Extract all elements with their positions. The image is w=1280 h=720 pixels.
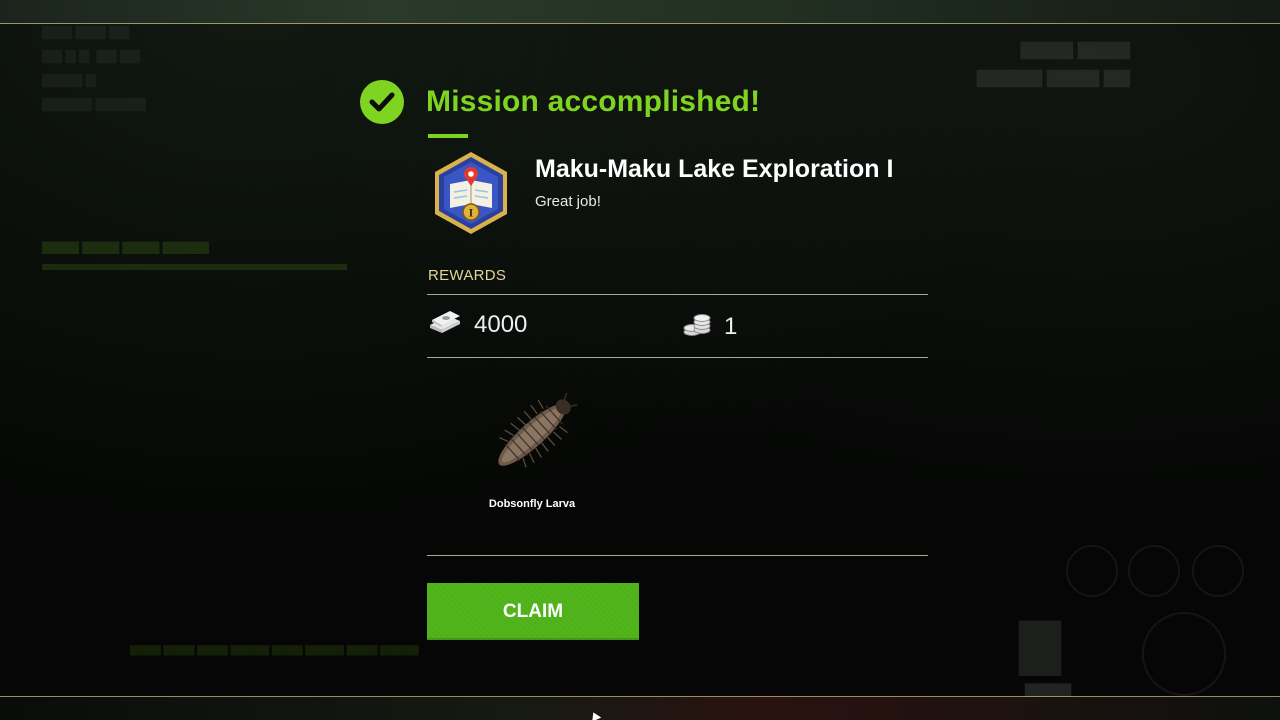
background-mission-progress — [42, 264, 347, 270]
title-underline — [428, 134, 468, 138]
rewards-heading: REWARDS — [428, 267, 507, 284]
map-pin-badge-icon: I — [432, 150, 510, 236]
reward-money: 4000 — [428, 310, 527, 339]
background-gauge-1 — [1066, 545, 1118, 597]
top-frame-line — [0, 23, 1280, 24]
background-reel-gauge — [1142, 612, 1226, 696]
background-counter: ▇ — [1020, 616, 1060, 674]
background-gauge-3 — [1192, 545, 1244, 597]
reward-coins: 1 — [682, 310, 737, 343]
background-gauge-2 — [1128, 545, 1180, 597]
background-hud-info: ▇▇▇ ▇▇▇ ▇▇ ▇▇ ▇ ▇ ▇▇ ▇▇ ▇▇▇▇ ▇ ▇▇▇▇▇ ▇▇▇… — [42, 24, 146, 111]
bottom-scenery — [0, 697, 1280, 720]
background-rod-info: ▇▇▇▇ ▇▇▇▇ ▇▇▇▇▇ ▇▇▇▇ ▇▇ — [976, 40, 1130, 87]
reward-item-card[interactable]: Dobsonfly Larva — [472, 383, 592, 523]
checkmark-icon — [360, 80, 404, 124]
coins-reward-value: 1 — [724, 312, 738, 340]
rewards-middle-divider — [427, 357, 928, 358]
mission-name: Maku-Maku Lake Exploration I — [535, 155, 894, 183]
top-scenery — [0, 0, 1280, 24]
background-mission-label: ▇▇▇▇ ▇▇▇▇ ▇▇▇▇ ▇▇▇▇▇ — [42, 240, 209, 254]
mission-status-title: Mission accomplished! — [426, 85, 761, 118]
reward-item-name: Dobsonfly Larva — [488, 498, 576, 510]
badge-numeral: I — [469, 206, 474, 220]
mission-subtitle: Great job! — [535, 193, 601, 210]
game-screen: ▇▇▇ ▇▇▇ ▇▇ ▇▇ ▇ ▇ ▇▇ ▇▇ ▇▇▇▇ ▇ ▇▇▇▇▇ ▇▇▇… — [0, 0, 1280, 720]
claim-button[interactable]: CLAIM — [427, 583, 639, 640]
dobsonfly-larva-icon — [472, 392, 592, 497]
rewards-top-divider — [427, 294, 928, 295]
rewards-bottom-divider — [427, 555, 928, 556]
banknotes-icon — [428, 310, 462, 339]
coin-stack-icon — [682, 310, 712, 343]
money-reward-value: 4000 — [474, 310, 528, 338]
dialog-header: Mission accomplished! — [360, 80, 760, 124]
mission-complete-dialog: Mission accomplished! I Maku-Maku Lake E… — [360, 78, 930, 648]
